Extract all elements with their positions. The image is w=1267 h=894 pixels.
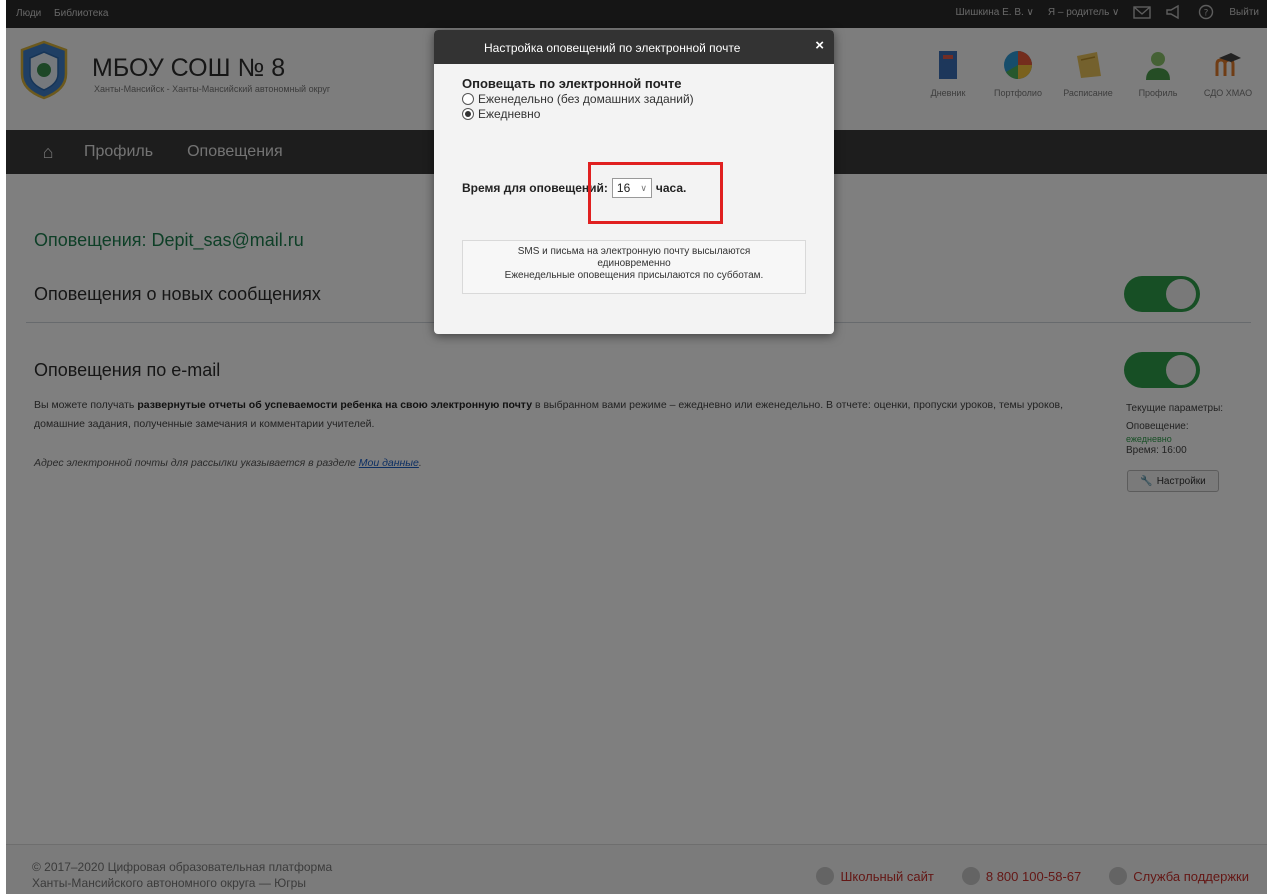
- radio-weekly[interactable]: [462, 93, 474, 105]
- info-box: SMS и письма на электронную почту высыла…: [462, 240, 806, 294]
- option-daily[interactable]: Ежедневно: [462, 107, 540, 121]
- email-settings-dialog: Настройка оповещений по электронной почт…: [434, 30, 834, 334]
- notify-by-email-label: Оповещать по электронной почте: [462, 76, 682, 91]
- dialog-header: Настройка оповещений по электронной почт…: [434, 30, 834, 64]
- dialog-title: Настройка оповещений по электронной почт…: [484, 41, 741, 55]
- radio-daily[interactable]: [462, 108, 474, 120]
- highlight-box: [588, 162, 723, 224]
- close-icon[interactable]: ×: [815, 37, 824, 54]
- option-weekly[interactable]: Еженедельно (без домашних заданий): [462, 92, 694, 106]
